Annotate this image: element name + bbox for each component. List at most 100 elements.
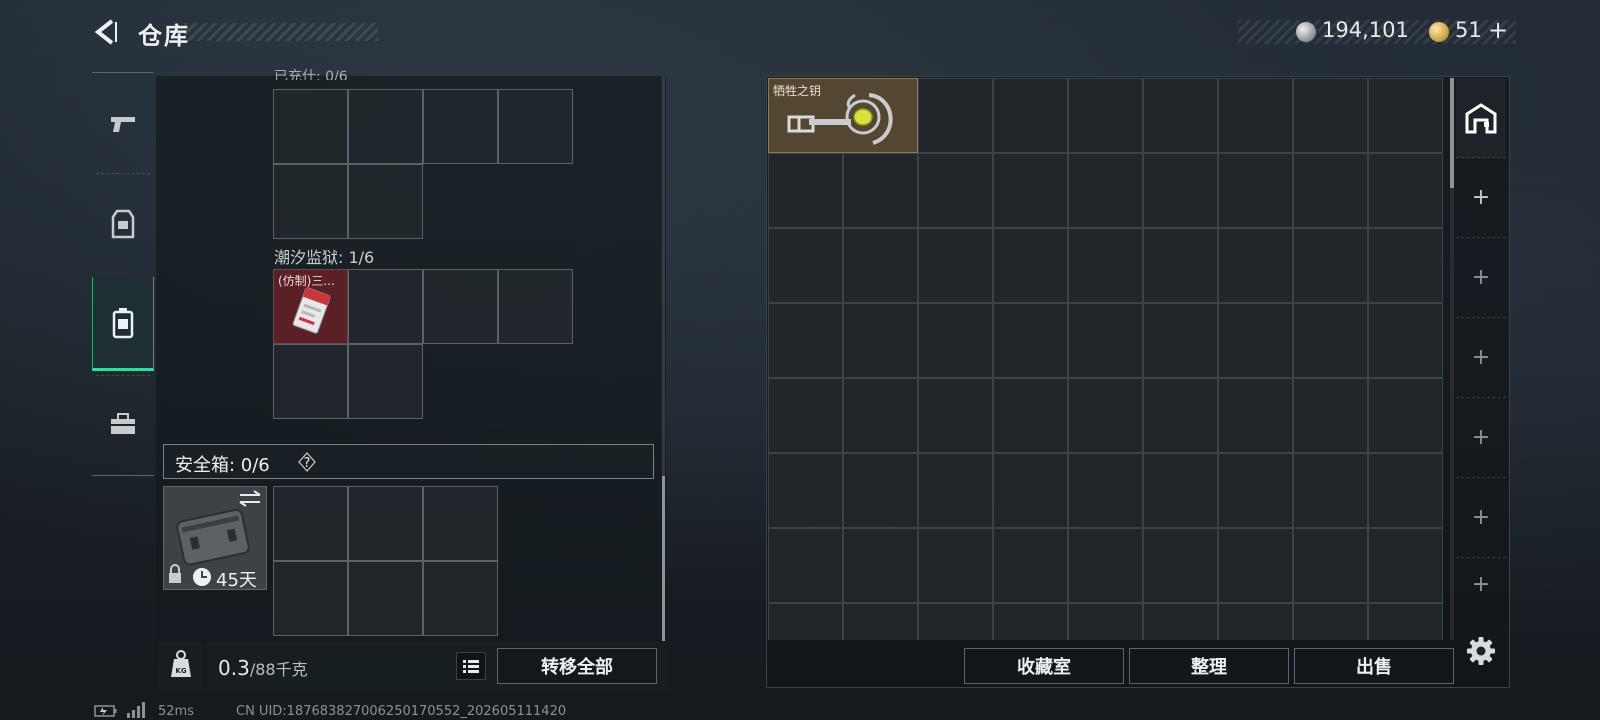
storage-slot[interactable] (993, 78, 1068, 153)
safebox-slot[interactable] (348, 486, 423, 561)
storage-slot[interactable] (1068, 528, 1143, 603)
storage-slot[interactable] (768, 153, 843, 228)
storage-slot[interactable] (768, 603, 843, 640)
add-currency-button[interactable]: + (1488, 16, 1508, 44)
nav-item-equipment[interactable] (92, 179, 154, 269)
storage-slot[interactable] (1143, 378, 1218, 453)
safebox-slot[interactable] (423, 561, 498, 636)
storage-scroll-thumb[interactable] (1450, 78, 1454, 188)
storage-slot[interactable] (1368, 378, 1443, 453)
add-warehouse-tab[interactable]: + (1456, 318, 1506, 398)
safebox-slot[interactable] (348, 561, 423, 636)
storage-slot[interactable] (1068, 153, 1143, 228)
storage-slot[interactable] (843, 303, 918, 378)
storage-slot[interactable] (1293, 528, 1368, 603)
storage-slot[interactable] (1218, 153, 1293, 228)
add-warehouse-tab[interactable]: + (1456, 158, 1506, 238)
storage-slot[interactable] (1068, 453, 1143, 528)
storage-slot[interactable] (1293, 378, 1368, 453)
storage-slot[interactable] (918, 528, 993, 603)
storage-slot[interactable] (1293, 153, 1368, 228)
storage-slot[interactable] (1293, 228, 1368, 303)
storage-slot[interactable] (768, 303, 843, 378)
storage-slot[interactable] (1368, 528, 1443, 603)
storage-slot[interactable] (993, 603, 1068, 640)
storage-slot[interactable] (918, 78, 993, 153)
backpack-scroll-thumb[interactable] (662, 476, 665, 641)
storage-slot[interactable] (1218, 78, 1293, 153)
settings-gear-icon[interactable] (1466, 636, 1496, 666)
backpack-slot[interactable] (498, 89, 573, 164)
storage-slot[interactable] (1218, 303, 1293, 378)
storage-slot[interactable] (1293, 603, 1368, 640)
list-view-button[interactable] (456, 652, 486, 680)
add-warehouse-tab[interactable]: + (1456, 238, 1506, 318)
storage-slot[interactable] (993, 228, 1068, 303)
storage-slot[interactable] (1143, 528, 1218, 603)
storage-slot[interactable] (1368, 153, 1443, 228)
storage-slot[interactable] (768, 453, 843, 528)
storage-slot[interactable] (768, 528, 843, 603)
storage-slot[interactable] (1068, 228, 1143, 303)
storage-slot[interactable] (1218, 603, 1293, 640)
add-warehouse-tab[interactable]: + (1456, 558, 1506, 610)
add-warehouse-tab[interactable]: + (1456, 398, 1506, 478)
back-arrow-icon[interactable] (92, 18, 120, 46)
safebox-slot[interactable] (273, 561, 348, 636)
storage-slot[interactable] (1218, 453, 1293, 528)
storage-slot[interactable] (993, 153, 1068, 228)
backpack-slot[interactable] (423, 89, 498, 164)
storage-slot[interactable] (1368, 303, 1443, 378)
storage-slot[interactable] (993, 378, 1068, 453)
storage-slot[interactable] (843, 528, 918, 603)
storage-slot[interactable] (1293, 78, 1368, 153)
storage-slot[interactable] (1368, 603, 1443, 640)
storage-slot[interactable] (993, 528, 1068, 603)
storage-slot[interactable] (1068, 378, 1143, 453)
safebox-slot[interactable] (423, 486, 498, 561)
storage-slot[interactable] (1068, 78, 1143, 153)
storage-slot[interactable] (1068, 603, 1143, 640)
storage-slot[interactable] (1143, 228, 1218, 303)
collection-room-button[interactable]: 收藏室 (964, 648, 1124, 684)
nav-item-containers[interactable] (92, 277, 154, 371)
safebox-slot[interactable] (273, 486, 348, 561)
backpack-slot[interactable] (348, 269, 423, 344)
sort-button[interactable]: 整理 (1129, 648, 1289, 684)
help-icon[interactable]: ? (295, 451, 319, 473)
storage-slot[interactable] (918, 228, 993, 303)
storage-slot[interactable] (843, 228, 918, 303)
storage-slot[interactable] (993, 453, 1068, 528)
warehouse-tab-main[interactable] (1456, 78, 1506, 158)
storage-slot[interactable] (1143, 603, 1218, 640)
storage-slot[interactable] (1143, 78, 1218, 153)
storage-slot[interactable] (768, 378, 843, 453)
backpack-slot[interactable] (498, 269, 573, 344)
storage-slot[interactable] (768, 228, 843, 303)
backpack-slot[interactable] (273, 89, 348, 164)
nav-item-weapons[interactable] (92, 79, 154, 169)
storage-slot[interactable] (843, 378, 918, 453)
storage-slot[interactable] (918, 153, 993, 228)
storage-slot[interactable] (918, 303, 993, 378)
storage-slot[interactable] (1143, 303, 1218, 378)
storage-slot[interactable] (993, 303, 1068, 378)
storage-slot[interactable] (1218, 228, 1293, 303)
storage-slot[interactable] (1068, 303, 1143, 378)
storage-slot[interactable] (843, 153, 918, 228)
storage-slot[interactable] (918, 378, 993, 453)
nav-item-tools[interactable] (92, 379, 154, 469)
storage-slot[interactable] (918, 603, 993, 640)
storage-slot[interactable] (1293, 453, 1368, 528)
add-warehouse-tab[interactable]: + (1456, 478, 1506, 558)
backpack-slot[interactable] (348, 164, 423, 239)
storage-slot[interactable] (1218, 528, 1293, 603)
backpack-slot[interactable] (348, 344, 423, 419)
storage-slot[interactable] (843, 453, 918, 528)
storage-slot[interactable] (1143, 453, 1218, 528)
storage-slot[interactable] (1143, 153, 1218, 228)
sell-button[interactable]: 出售 (1294, 648, 1454, 684)
storage-slot[interactable] (1368, 228, 1443, 303)
transfer-all-button[interactable]: 转移全部 (497, 648, 657, 684)
storage-slot[interactable] (843, 603, 918, 640)
